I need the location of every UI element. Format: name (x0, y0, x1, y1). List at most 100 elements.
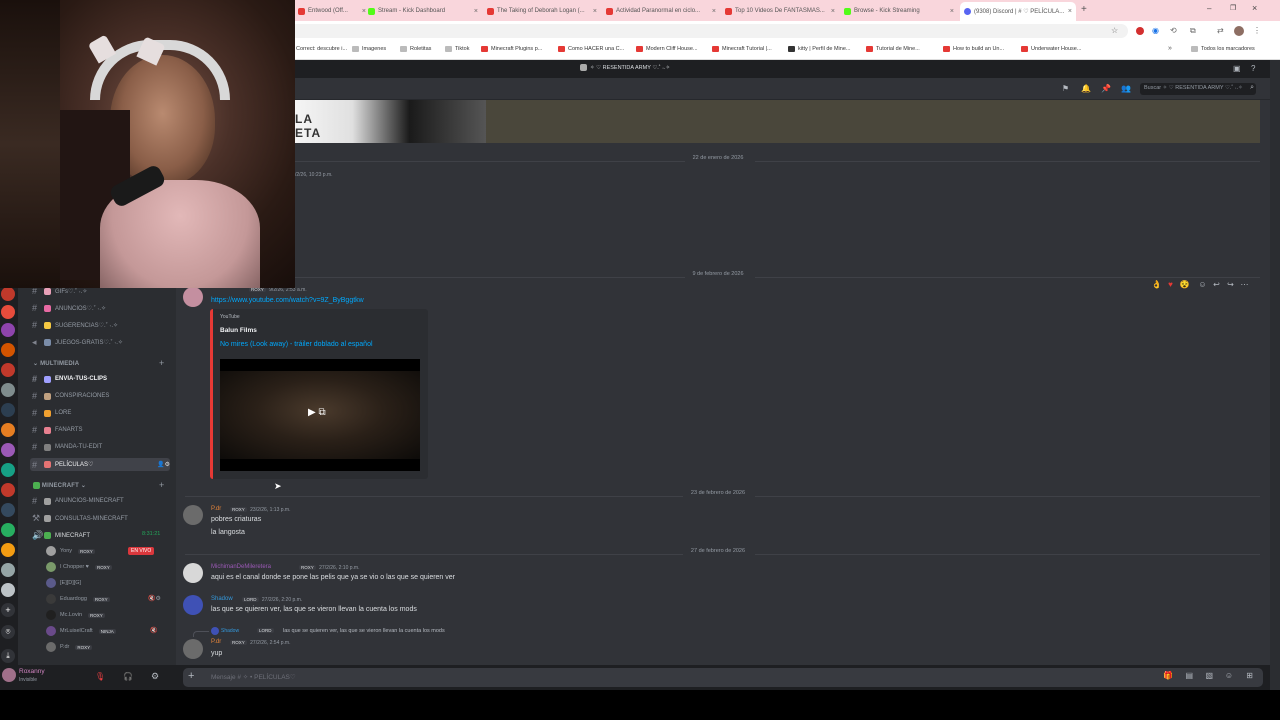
browser-tab[interactable]: Entwood (Off... × (298, 3, 366, 19)
browser-tab[interactable]: Actividad Paranormal en ciclo... × (606, 3, 716, 19)
forward-icon[interactable]: ↪ (1225, 279, 1236, 290)
user-avatar[interactable] (2, 668, 16, 682)
browser-tab[interactable]: Top 10 Videos De FANTASMAS... × (725, 3, 835, 19)
bookmark[interactable]: Minecraft Plugins p... (481, 46, 542, 52)
pin-icon[interactable]: 📌 (1101, 84, 1111, 93)
bookmark[interactable]: Correct: descubre i... (296, 46, 347, 52)
avatar[interactable] (183, 595, 203, 615)
banner-image[interactable]: LA ETA (295, 100, 486, 143)
channel-item[interactable]: ⚒ CONSULTAS-MINECRAFT (32, 513, 128, 524)
reaction-hand-icon[interactable]: 👌 (1151, 279, 1162, 290)
server-icon[interactable] (1, 403, 15, 417)
browser-tab[interactable]: Browse - Kick Streaming × (844, 3, 954, 19)
browser-tab-active[interactable]: (9308) Discord | # ♡ PELÍCULA... × (960, 2, 1076, 21)
server-icon[interactable] (1, 483, 15, 497)
channel-item[interactable]: ◂ JUEGOS-GRATIS♡.˚ ˖.✧ (32, 337, 123, 348)
help-icon[interactable]: ? (1251, 64, 1255, 73)
message-author[interactable]: P.dr (211, 506, 221, 512)
server-icon[interactable] (1, 305, 15, 319)
gif-icon[interactable]: ▤ (1185, 671, 1193, 680)
attach-plus-icon[interactable]: + (188, 670, 194, 682)
close-icon[interactable]: × (1068, 8, 1072, 15)
voice-user[interactable]: Eduardogg ROXY (46, 594, 112, 604)
server-icon[interactable] (1, 503, 15, 517)
reply-icon[interactable]: ↩ (1211, 279, 1222, 290)
message-author[interactable]: MichimanDeMileretera (211, 564, 271, 570)
reaction-emoji-icon[interactable]: 😵 (1179, 279, 1190, 290)
server-icon[interactable] (1, 463, 15, 477)
gift-icon[interactable]: 🎁 (1163, 671, 1173, 680)
add-server-icon[interactable]: + (1, 603, 15, 617)
server-icon[interactable] (1, 443, 15, 457)
voice-user[interactable]: [E][D][G] (46, 578, 81, 588)
headphones-icon[interactable]: 🎧 (123, 672, 133, 681)
close-icon[interactable]: × (362, 8, 366, 15)
minimize-button[interactable]: – (1207, 4, 1211, 13)
avatar[interactable] (183, 639, 203, 659)
voice-user[interactable]: Yony ROXY (46, 546, 97, 556)
voice-user[interactable]: P.dr ROXY (46, 642, 94, 652)
search-input[interactable]: Buscar ✧ ♡ RESENTIDA ARMY ♡.˚ ˖.✧ ⌕ (1140, 83, 1256, 95)
bell-icon[interactable]: 🔔 (1081, 84, 1091, 93)
avatar[interactable] (183, 287, 203, 307)
bookmark[interactable]: Tutorial de Mine... (866, 46, 920, 52)
all-bookmarks-folder[interactable]: Todos los marcadores (1191, 46, 1255, 52)
youtube-link[interactable]: https://www.youtube.com/watch?v=9Z_ByBgg… (211, 297, 364, 304)
message-author[interactable]: P.dr (211, 639, 221, 645)
embed-author[interactable]: Balun Films (220, 327, 257, 334)
channel-item[interactable]: # CONSPIRACIONES (32, 391, 109, 401)
bookmark[interactable]: kitty | Perfil de Mine... (788, 46, 850, 52)
bookmark[interactable]: Underwater House... (1021, 46, 1081, 52)
address-bar[interactable] (290, 24, 1128, 38)
close-icon[interactable]: × (593, 8, 597, 15)
reply-preview[interactable]: las que se quieren ver, las que se viero… (283, 628, 445, 634)
sticker-icon[interactable]: ▧ (1205, 671, 1213, 680)
channel-item[interactable]: # SUGERENCIAS♡.˚ ˖.✧ (32, 320, 118, 330)
voice-user[interactable]: MrLuiselCraft NINJA (46, 626, 118, 636)
bookmark[interactable]: Roletitas (400, 46, 431, 52)
message-composer[interactable]: + Mensaje # ✧ • PELÍCULAS♡ 🎁 ▤ ▧ ☺ ⊞ (183, 668, 1263, 687)
menu-icon[interactable]: ⋮ (1253, 26, 1261, 35)
bookmark[interactable]: Como HACER una C... (558, 46, 624, 52)
settings-gear-icon[interactable]: ⚙ (151, 671, 159, 682)
close-icon[interactable]: × (712, 8, 716, 15)
avatar[interactable] (183, 505, 203, 525)
voice-user[interactable]: I Chopper ♥ ROXY (46, 562, 114, 572)
channel-item[interactable]: # ENVIA-TUS-CLIPS (32, 374, 107, 384)
server-icon[interactable] (1, 287, 15, 301)
channel-item[interactable]: # LORE (32, 408, 71, 418)
server-icon[interactable] (1, 563, 15, 577)
members-icon[interactable]: 👥 (1121, 84, 1131, 93)
bookmark[interactable]: Minecraft Tutorial |... (712, 46, 772, 52)
browser-tab[interactable]: Stream - Kick Dashboard × (368, 3, 478, 19)
avatar[interactable] (183, 563, 203, 583)
opera-extension-icon[interactable] (1136, 27, 1144, 35)
scrollbar[interactable] (1270, 60, 1280, 690)
video-thumbnail[interactable]: ▶ ⧉ (220, 359, 420, 471)
server-icon[interactable] (1, 343, 15, 357)
bookmark[interactable]: Tiktok (445, 46, 469, 52)
server-icon[interactable] (1, 583, 15, 597)
server-icon[interactable] (1, 363, 15, 377)
server-icon[interactable] (1, 423, 15, 437)
message-author[interactable]: Shadow (211, 596, 233, 602)
browser-tab[interactable]: The Taking of Deborah Logan (... × (487, 3, 597, 19)
download-icon[interactable]: ⤓ (1, 649, 15, 663)
extension-icon[interactable]: ⇄ (1217, 26, 1224, 35)
invite-icon[interactable]: 👤⚙ (157, 461, 170, 468)
server-icon[interactable] (1, 383, 15, 397)
channel-item[interactable]: # ANUNCIOS♡.˚ ˖.✧ (32, 303, 106, 313)
add-reaction-icon[interactable]: ☺ (1197, 279, 1208, 290)
new-tab-button[interactable]: + (1081, 4, 1087, 15)
bookmark[interactable]: Modern Cliff House... (636, 46, 698, 52)
more-bookmarks-icon[interactable]: » (1168, 45, 1172, 52)
add-channel-icon[interactable]: + (159, 480, 164, 490)
embed-title[interactable]: No mires (Look away) - tráiler doblado a… (220, 341, 373, 348)
close-icon[interactable]: × (950, 8, 954, 15)
user-name[interactable]: Roxanny (19, 668, 45, 675)
server-icon[interactable] (1, 543, 15, 557)
reaction-heart-icon[interactable]: ♥ (1165, 279, 1176, 290)
close-icon[interactable]: × (474, 8, 478, 15)
close-icon[interactable]: × (831, 8, 835, 15)
apps-icon[interactable]: ⊞ (1246, 671, 1253, 680)
